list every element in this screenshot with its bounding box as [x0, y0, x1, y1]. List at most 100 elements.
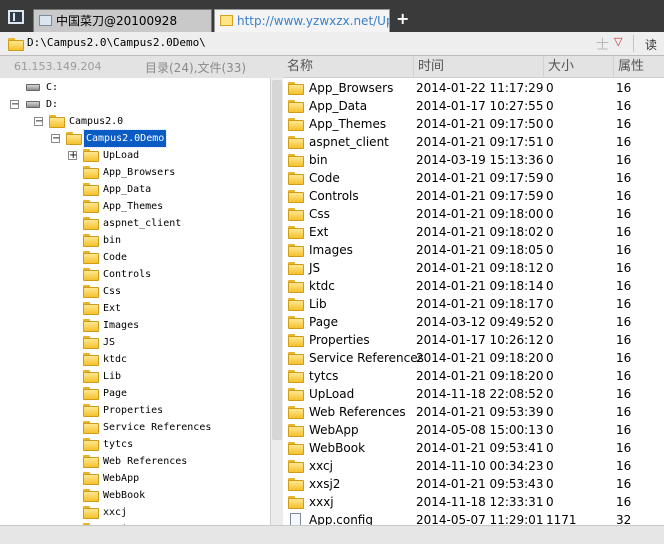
- cell-time: 2014-01-21 09:53:39: [416, 405, 544, 419]
- collapse-icon[interactable]: −: [51, 134, 60, 144]
- list-row[interactable]: Lib 2014-01-21 09:18:17 0 16: [283, 295, 664, 313]
- tree-node[interactable]: Lib: [0, 368, 270, 385]
- tab-caidao[interactable]: 中国菜刀@20100928: [33, 9, 212, 32]
- tree-node[interactable]: Service References: [0, 419, 270, 436]
- tree-node[interactable]: + UpLoad: [0, 147, 270, 164]
- list-row[interactable]: UpLoad 2014-11-18 22:08:52 0 16: [283, 385, 664, 403]
- tree-node-label: Campus2.0Demo: [82, 129, 168, 148]
- cell-size: 0: [546, 153, 554, 167]
- tree-node[interactable]: Ext: [0, 300, 270, 317]
- list-row[interactable]: xxxj 2014-11-18 12:33:31 0 16: [283, 493, 664, 511]
- cell-name: Images: [309, 243, 353, 257]
- list-row[interactable]: Page 2014-03-12 09:49:52 0 16: [283, 313, 664, 331]
- tree-node[interactable]: tytcs: [0, 436, 270, 453]
- cell-time: 2014-01-17 10:27:55: [416, 99, 544, 113]
- cell-size: 0: [546, 171, 554, 185]
- list-row[interactable]: Css 2014-01-21 09:18:00 0 16: [283, 205, 664, 223]
- folder-icon: [288, 136, 304, 149]
- tree-node[interactable]: JS: [0, 334, 270, 351]
- cell-size: 0: [546, 261, 554, 275]
- cell-name: tytcs: [309, 369, 339, 383]
- tree-node[interactable]: Page: [0, 385, 270, 402]
- cell-time: 2014-01-21 09:17:59: [416, 189, 544, 203]
- cell-attr: 16: [616, 189, 632, 203]
- list-row[interactable]: Ext 2014-01-21 09:18:02 0 16: [283, 223, 664, 241]
- list-row[interactable]: WebBook 2014-01-21 09:53:41 0 16: [283, 439, 664, 457]
- up-icon[interactable]: 士: [596, 34, 609, 53]
- tree-node[interactable]: App_Themes: [0, 198, 270, 215]
- tree-node[interactable]: − Campus2.0Demo: [0, 129, 270, 148]
- list-row[interactable]: Web References 2014-01-21 09:53:39 0 16: [283, 403, 664, 421]
- tree-node[interactable]: Images: [0, 317, 270, 334]
- tree-node[interactable]: Code: [0, 249, 270, 266]
- tree-scrollbar[interactable]: [270, 78, 283, 525]
- scroll-thumb[interactable]: [272, 80, 282, 440]
- column-header-time[interactable]: 时间: [413, 56, 543, 78]
- list-row[interactable]: tytcs 2014-01-21 09:18:20 0 16: [283, 367, 664, 385]
- cell-size: 0: [546, 369, 554, 383]
- folder-icon: [288, 370, 304, 383]
- list-row[interactable]: Service References 2014-01-21 09:18:20 0 16: [283, 349, 664, 367]
- cell-name: App.config: [309, 513, 373, 525]
- tree-node[interactable]: WebBook: [0, 487, 270, 504]
- column-header-size[interactable]: 大小: [543, 56, 613, 78]
- list-row[interactable]: Code 2014-01-21 09:17:59 0 16: [283, 169, 664, 187]
- tree-node[interactable]: Css: [0, 283, 270, 300]
- tree-node[interactable]: xxcj: [0, 504, 270, 521]
- cell-time: 2014-03-19 15:13:36: [416, 153, 544, 167]
- list-row[interactable]: bin 2014-03-19 15:13:36 0 16: [283, 151, 664, 169]
- list-row[interactable]: xxsj2 2014-01-21 09:53:43 0 16: [283, 475, 664, 493]
- list-row[interactable]: aspnet_client 2014-01-21 09:17:51 0 16: [283, 133, 664, 151]
- cell-time: 2014-05-07 11:29:01: [416, 513, 544, 525]
- tree-node[interactable]: Web References: [0, 453, 270, 470]
- path-input[interactable]: D:\Campus2.0\Campus2.0Demo\: [27, 36, 206, 49]
- cell-name: App_Browsers: [309, 81, 394, 95]
- tree-node[interactable]: − D:: [0, 96, 270, 113]
- collapse-icon[interactable]: −: [10, 100, 19, 110]
- collapse-icon[interactable]: −: [34, 117, 43, 127]
- tree-node-label: WebBook: [103, 490, 146, 501]
- expand-icon[interactable]: +: [68, 151, 77, 161]
- tree-node[interactable]: App_Browsers: [0, 164, 270, 181]
- cell-name: Code: [309, 171, 340, 185]
- cell-attr: 16: [616, 477, 632, 491]
- tree-node[interactable]: − Campus2.0: [0, 113, 270, 130]
- list-row[interactable]: ktdc 2014-01-21 09:18:14 0 16: [283, 277, 664, 295]
- column-header-attr[interactable]: 属性: [613, 56, 664, 78]
- folder-icon: [83, 234, 99, 247]
- list-row[interactable]: Properties 2014-01-17 10:26:12 0 16: [283, 331, 664, 349]
- tree-node[interactable]: C:: [0, 79, 270, 96]
- tree-node[interactable]: ktdc: [0, 351, 270, 368]
- cell-name: Css: [309, 207, 330, 221]
- list-row[interactable]: App_Themes 2014-01-21 09:17:50 0 16: [283, 115, 664, 133]
- new-tab-button[interactable]: +: [396, 8, 409, 30]
- list-row[interactable]: App.config 2014-05-07 11:29:01 1171 32: [283, 511, 664, 525]
- cell-time: 2014-01-21 09:18:20: [416, 369, 544, 383]
- tree-node-label: Campus2.0: [69, 116, 124, 127]
- tree-node-label: App_Themes: [103, 201, 164, 212]
- tree-node[interactable]: aspnet_client: [0, 215, 270, 232]
- tree-node[interactable]: bin: [0, 232, 270, 249]
- cell-attr: 16: [616, 423, 632, 437]
- list-row[interactable]: Controls 2014-01-21 09:17:59 0 16: [283, 187, 664, 205]
- tree-node[interactable]: Properties: [0, 402, 270, 419]
- tree-node[interactable]: WebApp: [0, 470, 270, 487]
- tree-node-label: Ext: [103, 303, 122, 314]
- drive-icon: [26, 101, 40, 108]
- tree-node[interactable]: App_Data: [0, 181, 270, 198]
- list-row[interactable]: WebApp 2014-05-08 15:00:13 0 16: [283, 421, 664, 439]
- tab-url[interactable]: http://www.yzwxzx.net/UpLoad/...: [214, 9, 390, 32]
- list-row[interactable]: App_Browsers 2014-01-22 11:17:29 0 16: [283, 79, 664, 97]
- list-row[interactable]: xxcj 2014-11-10 00:34:23 0 16: [283, 457, 664, 475]
- column-header-name[interactable]: 名称: [283, 56, 413, 78]
- cell-size: 0: [546, 495, 554, 509]
- cell-name: App_Themes: [309, 117, 387, 131]
- list-row[interactable]: App_Data 2014-01-17 10:27:55 0 16: [283, 97, 664, 115]
- list-row[interactable]: JS 2014-01-21 09:18:12 0 16: [283, 259, 664, 277]
- cell-time: 2014-03-12 09:49:52: [416, 315, 544, 329]
- folder-icon: [83, 200, 99, 213]
- chevron-down-icon[interactable]: ▽: [614, 35, 622, 48]
- tree-node[interactable]: Controls: [0, 266, 270, 283]
- window-menu-icon[interactable]: [8, 10, 24, 24]
- list-row[interactable]: Images 2014-01-21 09:18:05 0 16: [283, 241, 664, 259]
